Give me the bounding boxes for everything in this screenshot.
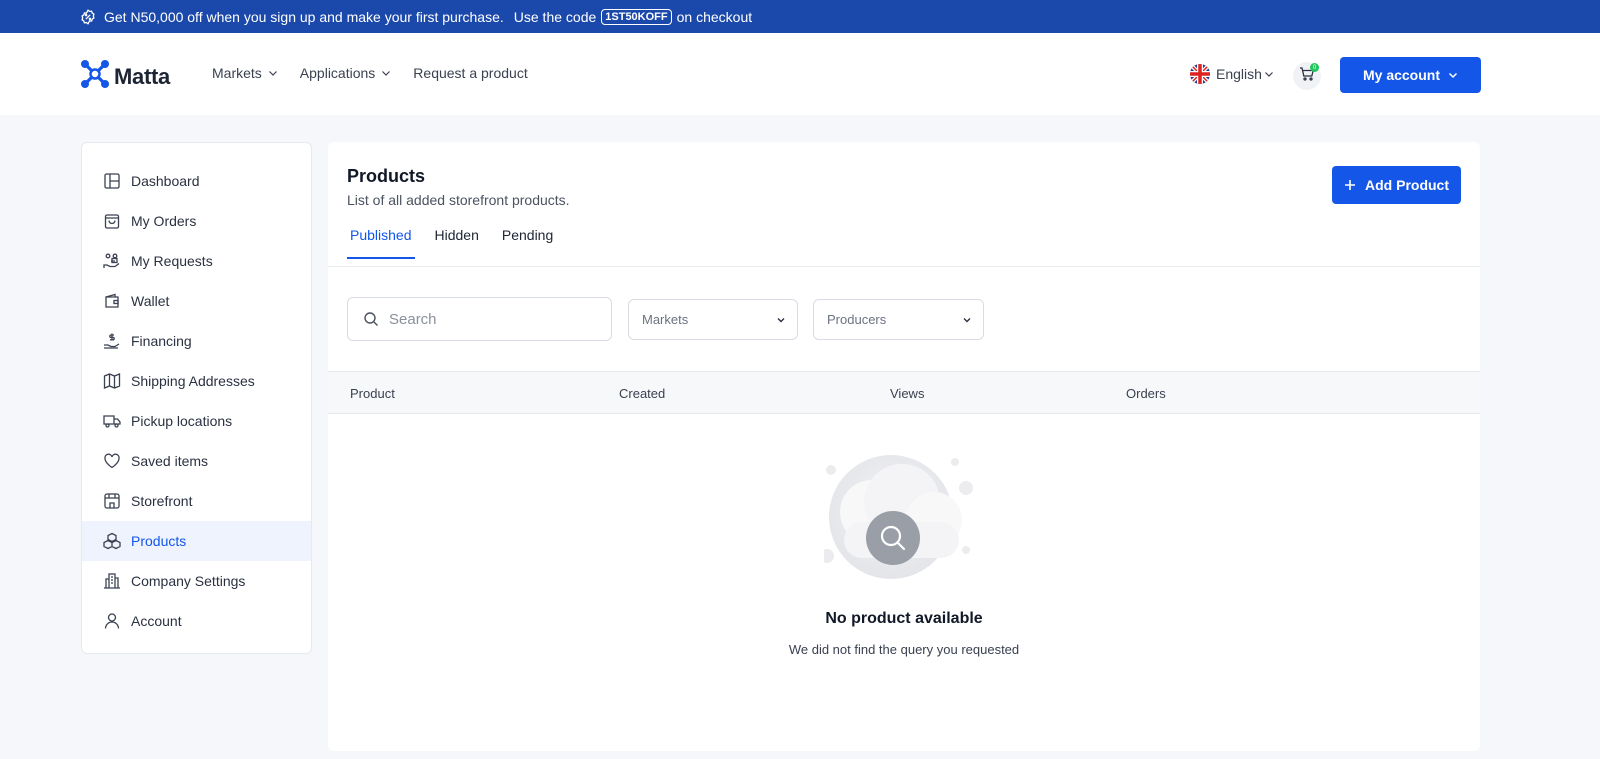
cart-button[interactable]: 0 <box>1293 62 1321 90</box>
sidebar-item-my-orders[interactable]: My Orders <box>82 201 311 241</box>
chevron-down-icon <box>777 316 785 324</box>
tab-pending[interactable]: Pending <box>499 227 556 259</box>
building-icon <box>102 571 122 591</box>
products-panel: Products List of all added storefront pr… <box>328 142 1480 751</box>
column-views[interactable]: Views <box>890 386 924 401</box>
matta-logo-icon <box>80 59 110 94</box>
search-icon <box>363 311 379 327</box>
tab-hidden[interactable]: Hidden <box>432 227 482 259</box>
top-header: Matta Markets Applications Request a pro… <box>0 33 1600 115</box>
logo-text: Matta <box>114 63 170 89</box>
page-subtitle: List of all added storefront products. <box>347 192 570 208</box>
financing-icon <box>102 331 122 351</box>
chevron-down-icon <box>1264 69 1274 79</box>
markets-filter-label: Markets <box>642 312 689 327</box>
sidebar-item-financing[interactable]: Financing <box>82 321 311 361</box>
cart-count-badge: 0 <box>1310 63 1319 72</box>
sidebar-item-account[interactable]: Account <box>82 601 311 641</box>
sidebar-item-shipping-addresses[interactable]: Shipping Addresses <box>82 361 311 401</box>
wallet-icon <box>102 291 122 311</box>
truck-icon <box>102 411 122 431</box>
chevron-down-icon <box>268 68 278 78</box>
column-orders[interactable]: Orders <box>1126 386 1166 401</box>
sidebar-item-label: Account <box>131 613 182 629</box>
my-account-label: My account <box>1362 67 1440 83</box>
chevron-down-icon <box>381 68 391 78</box>
column-created[interactable]: Created <box>619 386 665 401</box>
add-product-button[interactable]: Add Product <box>1332 166 1461 204</box>
sidebar-item-storefront[interactable]: Storefront <box>82 481 311 521</box>
column-product[interactable]: Product <box>350 386 395 401</box>
sidebar-item-wallet[interactable]: Wallet <box>82 281 311 321</box>
sidebar-item-label: Dashboard <box>131 173 200 189</box>
sidebar: Dashboard My Orders My Requests Wallet F… <box>81 142 312 654</box>
markets-filter[interactable]: Markets <box>628 299 798 340</box>
sidebar-item-label: Products <box>131 533 187 549</box>
nav-markets[interactable]: Markets <box>212 65 278 81</box>
empty-state-illustration <box>820 450 984 580</box>
sidebar-item-label: Wallet <box>131 293 170 309</box>
search-box[interactable] <box>347 297 612 341</box>
sidebar-item-label: Pickup locations <box>131 413 233 429</box>
main-nav: Markets Applications Request a product <box>212 65 550 81</box>
sidebar-item-company-settings[interactable]: Company Settings <box>82 561 311 601</box>
chevron-down-icon <box>1448 70 1458 80</box>
sidebar-item-label: Company Settings <box>131 573 246 589</box>
nav-applications[interactable]: Applications <box>300 65 392 81</box>
map-icon <box>102 371 122 391</box>
promo-text-after: on checkout <box>676 8 753 25</box>
user-icon <box>102 611 122 631</box>
sidebar-item-label: Shipping Addresses <box>131 373 255 389</box>
my-account-button[interactable]: My account <box>1340 57 1481 93</box>
add-product-label: Add Product <box>1365 177 1449 193</box>
table-header: Product Created Views Orders <box>328 371 1480 414</box>
tabs-divider <box>328 266 1480 267</box>
sidebar-item-label: Financing <box>131 333 192 349</box>
nav-applications-label: Applications <box>299 65 376 81</box>
producers-filter-label: Producers <box>827 312 887 327</box>
promo-code-intro: Use the code <box>513 8 597 25</box>
storefront-icon <box>102 491 122 511</box>
dashboard-icon <box>102 171 122 191</box>
promo-text: Get N50,000 off when you sign up and mak… <box>104 8 504 25</box>
sidebar-item-dashboard[interactable]: Dashboard <box>82 161 311 201</box>
logo[interactable]: Matta <box>80 59 170 94</box>
sidebar-item-my-requests[interactable]: My Requests <box>82 241 311 281</box>
page-title: Products <box>347 166 426 186</box>
nav-request-product-label: Request a product <box>413 65 528 81</box>
producers-filter[interactable]: Producers <box>813 299 984 340</box>
requests-icon <box>102 251 122 271</box>
empty-state-title: No product available <box>825 610 983 627</box>
sidebar-item-products[interactable]: Products <box>82 521 311 561</box>
tab-published[interactable]: Published <box>347 227 415 259</box>
empty-state-text: We did not find the query you requested <box>788 642 1020 657</box>
sidebar-item-label: Saved items <box>131 453 209 469</box>
nav-markets-label: Markets <box>212 65 262 81</box>
boxes-icon <box>102 531 122 551</box>
sidebar-item-pickup-locations[interactable]: Pickup locations <box>82 401 311 441</box>
nav-request-product[interactable]: Request a product <box>413 65 527 81</box>
product-tabs: Published Hidden Pending <box>347 227 573 259</box>
sidebar-item-label: My Orders <box>131 213 197 229</box>
promo-banner: Get N50,000 off when you sign up and mak… <box>0 0 1600 33</box>
search-input[interactable] <box>389 310 589 328</box>
uk-flag-icon <box>1190 64 1210 84</box>
language-selector[interactable]: English <box>1190 64 1274 84</box>
sidebar-item-label: Storefront <box>131 493 193 509</box>
discount-badge-icon <box>80 8 96 25</box>
plus-icon <box>1344 179 1356 191</box>
promo-code: 1ST50KOFF <box>601 8 672 25</box>
sidebar-item-saved-items[interactable]: Saved items <box>82 441 311 481</box>
chevron-down-icon <box>963 316 971 324</box>
sidebar-item-label: My Requests <box>131 253 213 269</box>
heart-icon <box>102 451 122 471</box>
shopping-bag-icon <box>102 211 122 231</box>
language-label: English <box>1216 66 1262 82</box>
